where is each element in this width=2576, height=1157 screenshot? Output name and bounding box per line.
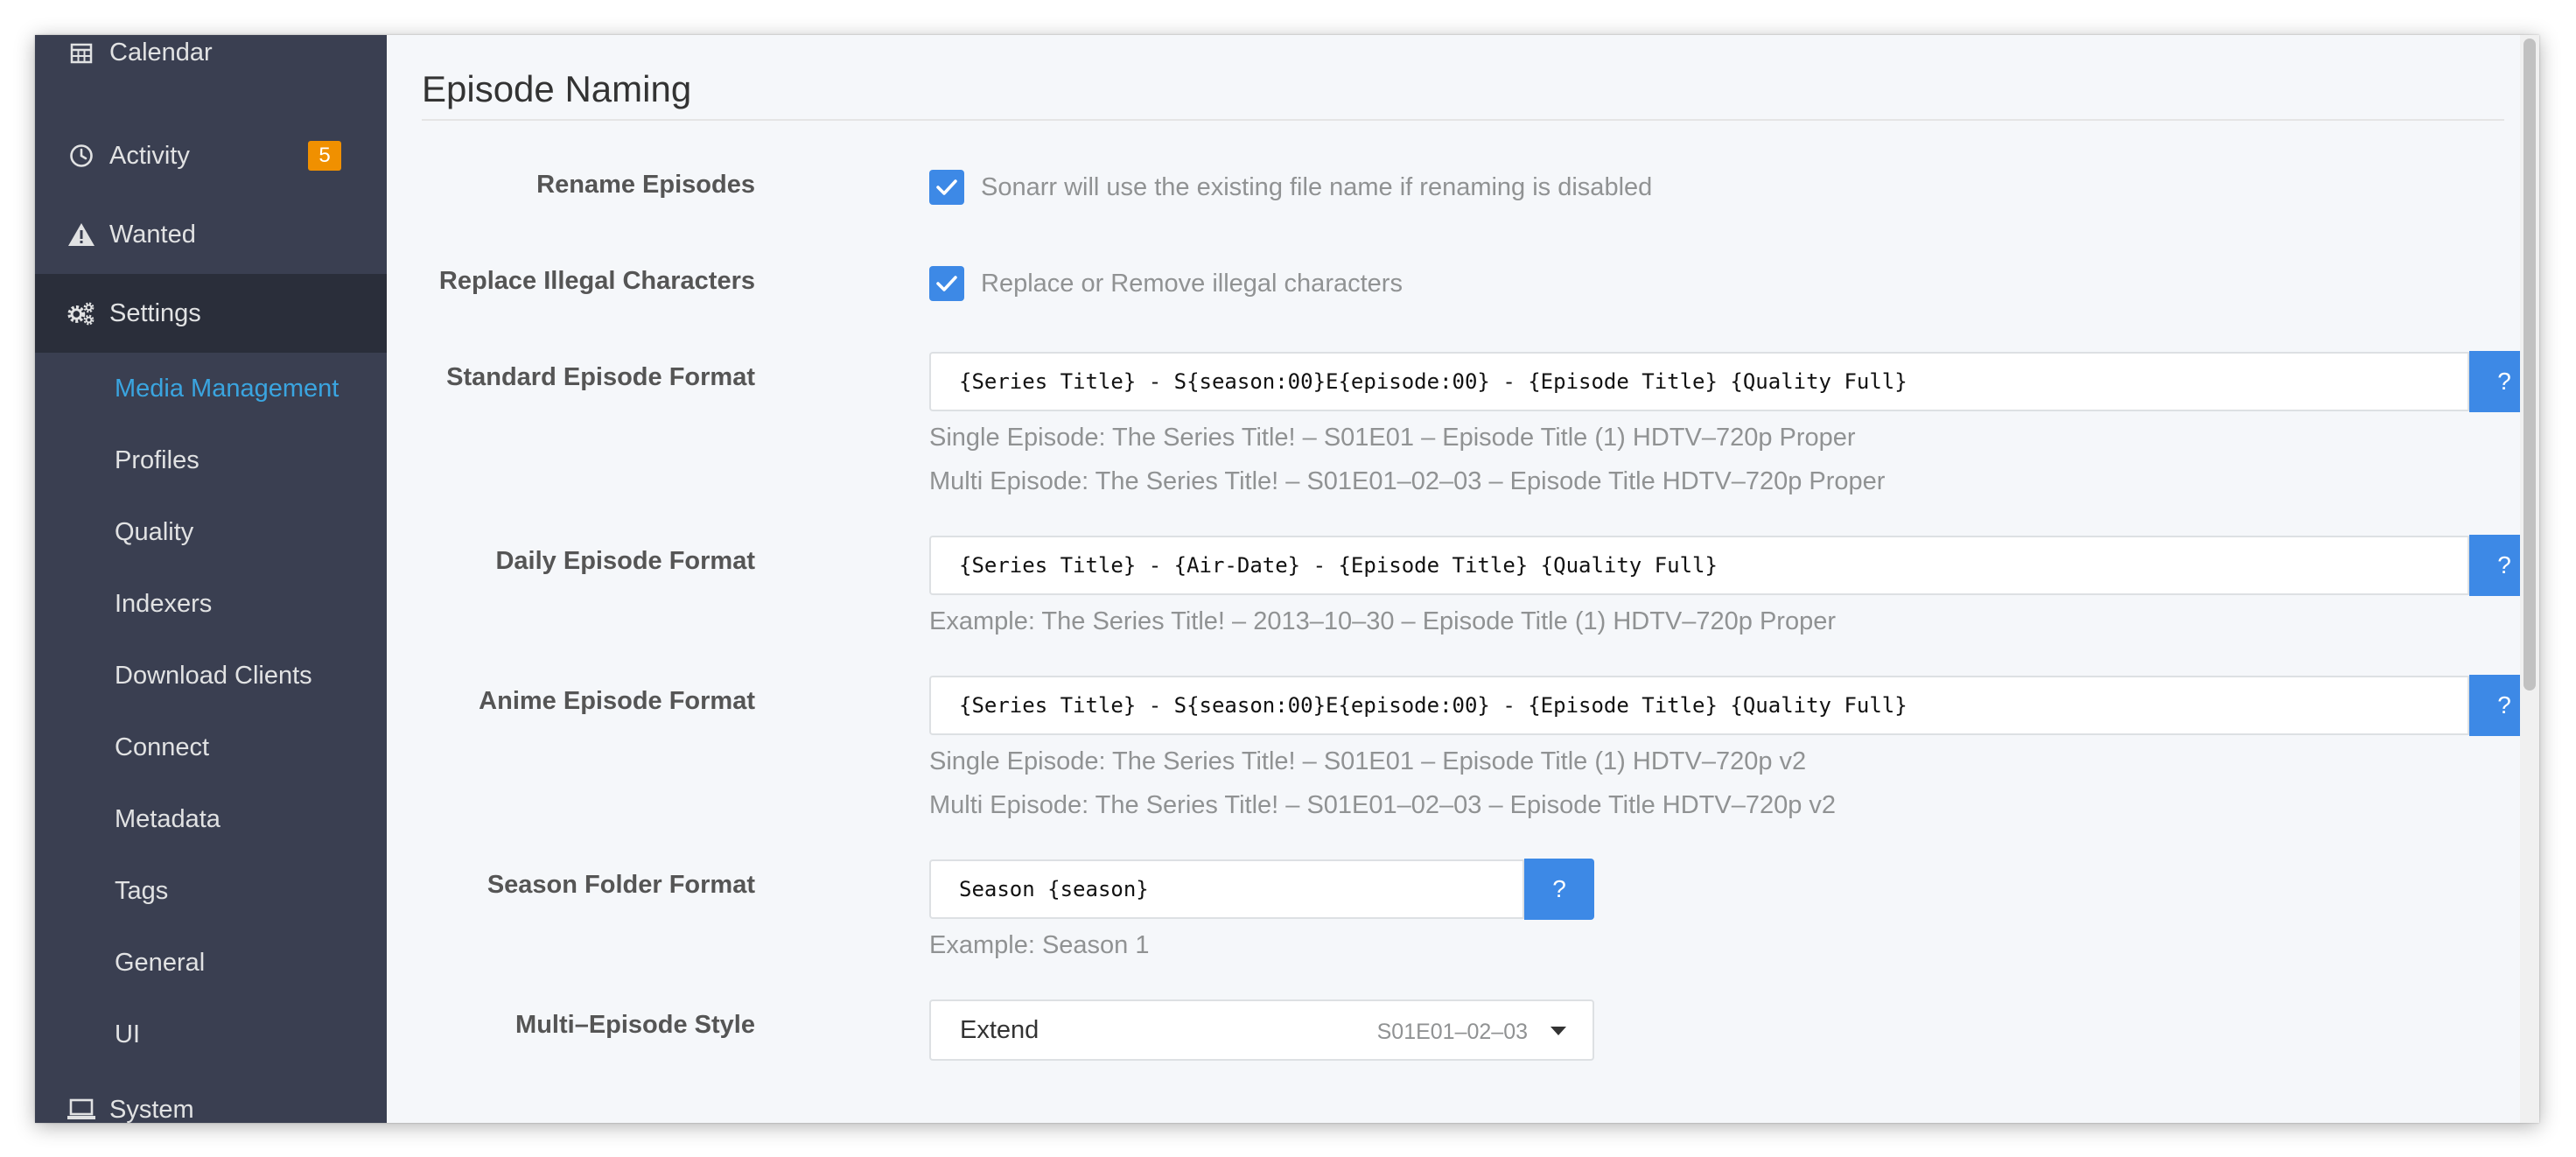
rename-episodes-label: Rename Episodes: [536, 171, 755, 199]
daily-format-label: Daily Episode Format: [495, 547, 755, 575]
sidebar-subitem-label: Quality: [115, 517, 194, 546]
daily-format-input[interactable]: {Series Title} - {Air-Date} - {Episode T…: [929, 536, 2469, 595]
sidebar-subitem-label: Download Clients: [115, 661, 312, 690]
standard-format-example-single: Single Episode: The Series Title! – S01E…: [929, 424, 1856, 452]
sidebar-subitem-profiles[interactable]: Profiles: [35, 424, 387, 496]
sidebar-subitem-tags[interactable]: Tags: [35, 855, 387, 927]
sidebar-item-calendar[interactable]: Calendar: [35, 35, 387, 92]
settings-content: Episode Naming Rename Episodes Sonarr wi…: [387, 35, 2539, 1123]
sidebar-subitem-label: General: [115, 948, 206, 977]
divider: [422, 119, 2504, 121]
section-title: Episode Naming: [422, 68, 692, 109]
multi-episode-style-select[interactable]: Extend S01E01–02–03: [929, 999, 1594, 1061]
sidebar-item-label: Settings: [109, 298, 201, 327]
anime-format-label: Anime Episode Format: [479, 687, 755, 715]
sidebar-item-label: Activity: [109, 141, 190, 170]
check-icon: [936, 276, 957, 291]
sidebar-item-activity[interactable]: Activity 5: [35, 116, 387, 195]
standard-format-label: Standard Episode Format: [446, 363, 755, 391]
select-value: Extend: [960, 1016, 1040, 1044]
anime-format-input[interactable]: {Series Title} - S{season:00}E{episode:0…: [929, 676, 2469, 735]
anime-format-example-single: Single Episode: The Series Title! – S01E…: [929, 747, 1807, 775]
gears-icon: [66, 298, 96, 328]
season-folder-input[interactable]: Season {season}: [929, 859, 1524, 919]
season-folder-example: Example: Season 1: [929, 931, 1150, 959]
daily-format-example: Example: The Series Title! – 2013–10–30 …: [929, 607, 1836, 635]
sidebar: Calendar Activity 5 Wanted Settings Medi…: [35, 35, 387, 1123]
sidebar-subitem-ui[interactable]: UI: [35, 999, 387, 1070]
app-window: Calendar Activity 5 Wanted Settings Medi…: [35, 35, 2539, 1123]
sidebar-subitem-label: Metadata: [115, 804, 220, 833]
sidebar-subitem-download-clients[interactable]: Download Clients: [35, 640, 387, 712]
sidebar-subitem-indexers[interactable]: Indexers: [35, 568, 387, 640]
standard-format-input[interactable]: {Series Title} - S{season:00}E{episode:0…: [929, 352, 2469, 411]
sidebar-subitem-label: Tags: [115, 876, 169, 905]
scrollbar-thumb[interactable]: [2524, 39, 2536, 691]
sidebar-item-system[interactable]: System: [35, 1070, 387, 1123]
sidebar-subitem-label: Connect: [115, 733, 210, 761]
season-folder-help-button[interactable]: ?: [1524, 859, 1594, 920]
check-icon: [936, 179, 957, 195]
sidebar-subitem-media-management[interactable]: Media Management: [35, 353, 387, 424]
multi-episode-style-label: Multi–Episode Style: [515, 1011, 755, 1039]
sidebar-item-label: Calendar: [109, 38, 213, 67]
season-folder-label: Season Folder Format: [486, 871, 755, 899]
sidebar-subitem-connect[interactable]: Connect: [35, 712, 387, 783]
sidebar-subitem-general[interactable]: General: [35, 927, 387, 999]
rename-episodes-checkbox[interactable]: [929, 170, 964, 205]
sidebar-item-wanted[interactable]: Wanted: [35, 195, 387, 274]
standard-format-example-multi: Multi Episode: The Series Title! – S01E0…: [929, 467, 1886, 495]
sidebar-subitem-label: Profiles: [115, 445, 200, 474]
replace-illegal-label: Replace Illegal Characters: [438, 267, 755, 295]
anime-format-example-multi: Multi Episode: The Series Title! – S01E0…: [929, 791, 1837, 819]
sidebar-item-settings[interactable]: Settings: [35, 274, 387, 353]
replace-illegal-checkbox[interactable]: [929, 266, 964, 301]
sidebar-subitem-label: Media Management: [115, 374, 340, 403]
sidebar-subitem-metadata[interactable]: Metadata: [35, 783, 387, 855]
clock-icon: [66, 141, 96, 171]
replace-illegal-help: Replace or Remove illegal characters: [981, 270, 1403, 298]
rename-episodes-help: Sonarr will use the existing file name i…: [981, 173, 1653, 201]
sidebar-item-label: Wanted: [109, 220, 196, 249]
select-hint: S01E01–02–03: [1376, 1020, 1528, 1044]
sidebar-subitem-quality[interactable]: Quality: [35, 496, 387, 568]
sidebar-subitem-label: Indexers: [115, 589, 213, 618]
scrollbar[interactable]: [2520, 35, 2539, 1123]
laptop-icon: [66, 1095, 96, 1123]
calendar-icon: [66, 38, 96, 67]
warning-icon: [66, 220, 96, 249]
sidebar-item-label: System: [109, 1095, 194, 1124]
activity-count-badge: 5: [308, 141, 341, 171]
sidebar-subitem-label: UI: [115, 1020, 140, 1048]
caret-down-icon: [1550, 1027, 1566, 1035]
